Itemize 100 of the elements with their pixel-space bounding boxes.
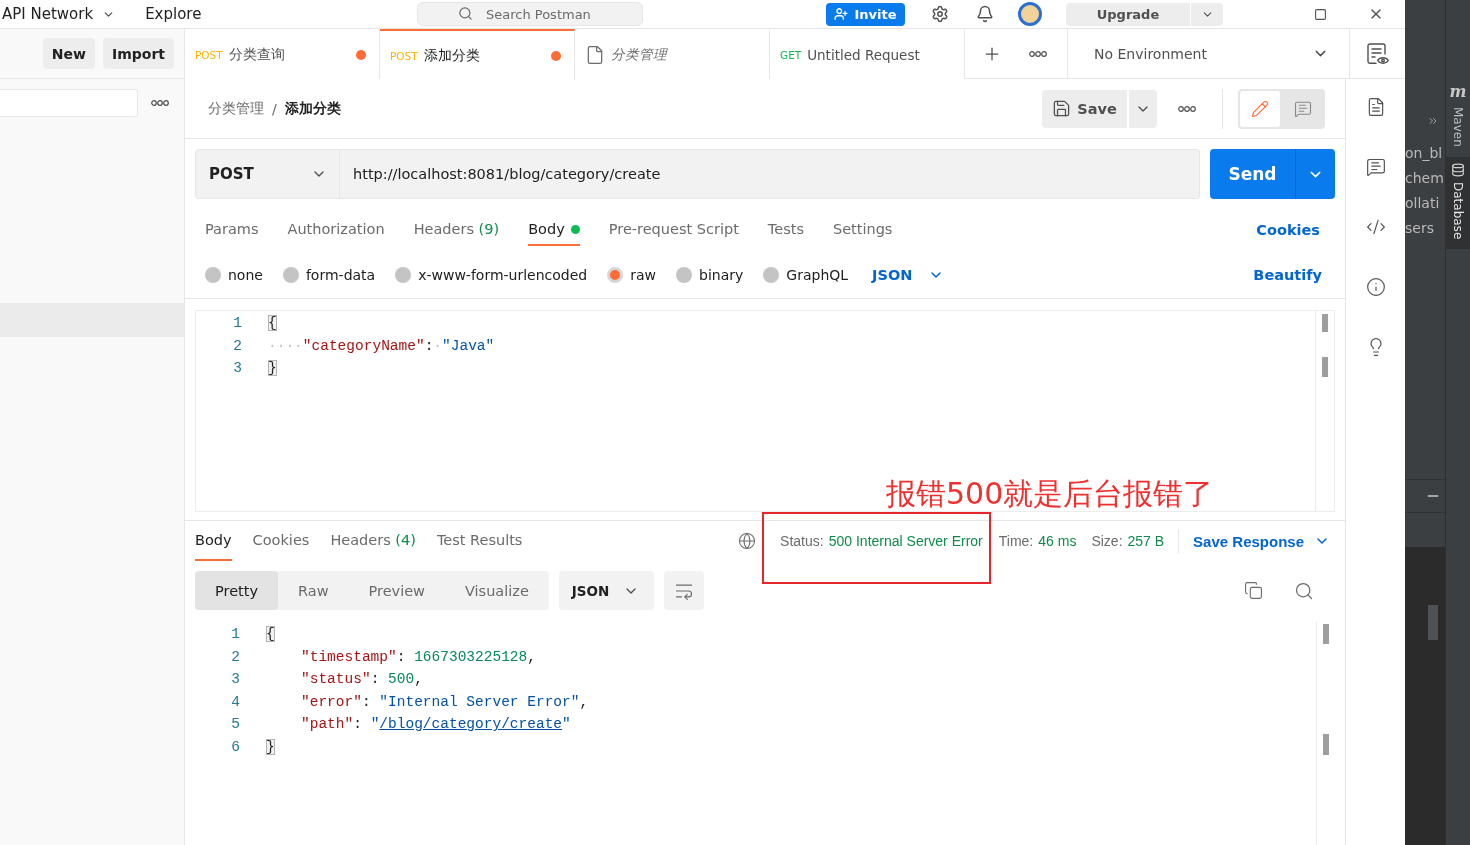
- request-option-tab[interactable]: Params: [205, 214, 259, 246]
- code-line: "error": "Internal Server Error",: [301, 693, 589, 710]
- line-number: 5: [230, 716, 241, 733]
- format-select[interactable]: JSON: [558, 571, 654, 610]
- globe-icon[interactable]: [738, 532, 757, 550]
- body-type-option[interactable]: raw: [607, 266, 657, 283]
- method-select[interactable]: POST: [195, 149, 340, 199]
- settings-icon[interactable]: [931, 5, 949, 23]
- size-label: Size:: [1091, 533, 1123, 549]
- environment-select[interactable]: No Environment: [1067, 29, 1350, 78]
- code-fragment: on_bl: [1405, 144, 1443, 163]
- save-button[interactable]: Save: [1042, 89, 1127, 128]
- logo-icon: m: [1449, 83, 1467, 101]
- body-type-option[interactable]: form-data: [282, 266, 376, 283]
- method-label: GET: [780, 49, 802, 61]
- new-button[interactable]: New: [42, 38, 95, 69]
- request-option-tab[interactable]: Authorization: [287, 214, 385, 246]
- tool-window-tab[interactable]: Database: [1446, 156, 1470, 250]
- request-option-tab[interactable]: Settings: [832, 214, 893, 246]
- file-icon: [585, 45, 605, 65]
- cookies-link[interactable]: Cookies: [1256, 214, 1320, 246]
- copy-icon[interactable]: [1244, 581, 1263, 600]
- request-tab[interactable]: GET Untitled Request: [770, 29, 965, 79]
- line-number: 4: [230, 693, 241, 710]
- view-mode-button[interactable]: Pretty: [195, 571, 278, 610]
- request-option-tab[interactable]: Pre-request Script: [608, 214, 739, 246]
- nav-menu[interactable]: API Network: [2, 5, 116, 23]
- response-tab[interactable]: Cookies: [252, 521, 310, 561]
- maximize-icon[interactable]: [1314, 7, 1327, 21]
- save-response-button[interactable]: Save Response: [1193, 532, 1330, 550]
- double-chevron-icon[interactable]: [1427, 115, 1439, 127]
- comment-icon: [1294, 99, 1312, 118]
- import-button[interactable]: Import: [102, 38, 174, 69]
- view-toggle[interactable]: [1238, 88, 1325, 129]
- line-number: 1: [230, 626, 241, 643]
- radio-icon[interactable]: [282, 266, 299, 283]
- body-type-option[interactable]: binary: [676, 266, 744, 283]
- toggle-option[interactable]: [1240, 90, 1280, 127]
- code-icon[interactable]: [1365, 217, 1386, 237]
- method-label: POST: [195, 49, 223, 61]
- response-tab[interactable]: Body: [195, 521, 232, 561]
- request-option-tab[interactable]: Body: [528, 214, 580, 246]
- comment-icon[interactable]: [1365, 157, 1386, 177]
- request-option-tab[interactable]: Headers (9): [413, 214, 500, 246]
- invite-button[interactable]: Invite: [826, 2, 905, 26]
- annotation-text: 报错500就是后台报错了: [886, 475, 1214, 513]
- more-icon[interactable]: [1178, 105, 1196, 112]
- request-option-tab[interactable]: Tests: [767, 214, 804, 246]
- more-icon[interactable]: [151, 100, 169, 106]
- request-tab[interactable]: POST 添加分类: [380, 29, 575, 80]
- wrap-button[interactable]: [663, 571, 704, 610]
- avatar[interactable]: [1018, 2, 1042, 26]
- user-plus-icon: [834, 7, 849, 21]
- request-tab[interactable]: POST 分类查询: [185, 29, 380, 79]
- response-tab[interactable]: Headers (4): [330, 521, 416, 561]
- response-tab[interactable]: Test Results: [436, 521, 523, 561]
- radio-icon[interactable]: [395, 266, 412, 283]
- save-menu-button[interactable]: [1129, 89, 1157, 128]
- body-type-option[interactable]: x-www-form-urlencoded: [395, 266, 588, 283]
- view-mode-button[interactable]: Raw: [278, 571, 349, 610]
- code-fragment: sers: [1405, 219, 1434, 238]
- format-dropdown[interactable]: JSON: [872, 266, 945, 283]
- database-icon: [1451, 162, 1465, 177]
- view-mode-button[interactable]: Visualize: [445, 571, 549, 610]
- breadcrumb-separator: /: [272, 100, 277, 117]
- status-value: 500 Internal Server Error: [828, 533, 983, 549]
- radio-icon[interactable]: [205, 266, 221, 283]
- tool-window-tab[interactable]: Maven: [1446, 101, 1470, 157]
- code-line: "status": 500,: [301, 671, 423, 688]
- breadcrumb-item[interactable]: 分类管理: [208, 99, 264, 118]
- body-type-option[interactable]: GraphQL: [763, 266, 849, 283]
- search-icon: [458, 6, 473, 21]
- url-field[interactable]: http://localhost:8081/blog/category/create: [340, 149, 1200, 199]
- radio-icon[interactable]: [676, 266, 693, 283]
- body-type-option[interactable]: none: [205, 266, 263, 283]
- view-mode-button[interactable]: Preview: [348, 571, 445, 610]
- info-icon[interactable]: [1365, 277, 1386, 297]
- more-icon[interactable]: [1029, 50, 1047, 57]
- radio-icon[interactable]: [607, 266, 624, 283]
- line-number: 3: [230, 671, 241, 688]
- upgrade-button[interactable]: Upgrade: [1066, 2, 1190, 26]
- scrollbar-thumb[interactable]: [1428, 605, 1438, 640]
- bell-icon[interactable]: [976, 5, 994, 23]
- radio-icon[interactable]: [763, 266, 780, 283]
- filter-field[interactable]: [0, 89, 138, 117]
- method-label: POST: [390, 49, 418, 62]
- scrollbar-thumb[interactable]: [1323, 624, 1329, 644]
- beautify-link[interactable]: Beautify: [1253, 266, 1322, 283]
- code-line: ····"categoryName":·"Java": [268, 337, 495, 354]
- breadcrumb-item: 添加分类: [284, 99, 341, 118]
- nav-menu[interactable]: Explore: [145, 5, 202, 23]
- search-field[interactable]: Search Postman: [417, 2, 643, 26]
- search-icon[interactable]: [1294, 580, 1314, 601]
- scrollbar-thumb[interactable]: [1322, 357, 1328, 377]
- code-line: "timestamp": 1667303225128,: [301, 648, 536, 665]
- document-eye-icon[interactable]: [1366, 42, 1389, 65]
- scrollbar-thumb[interactable]: [1323, 734, 1329, 755]
- code-fragment: ollati: [1405, 194, 1440, 213]
- request-tab[interactable]: 分类管理: [575, 29, 770, 79]
- scrollbar-thumb[interactable]: [1322, 314, 1328, 332]
